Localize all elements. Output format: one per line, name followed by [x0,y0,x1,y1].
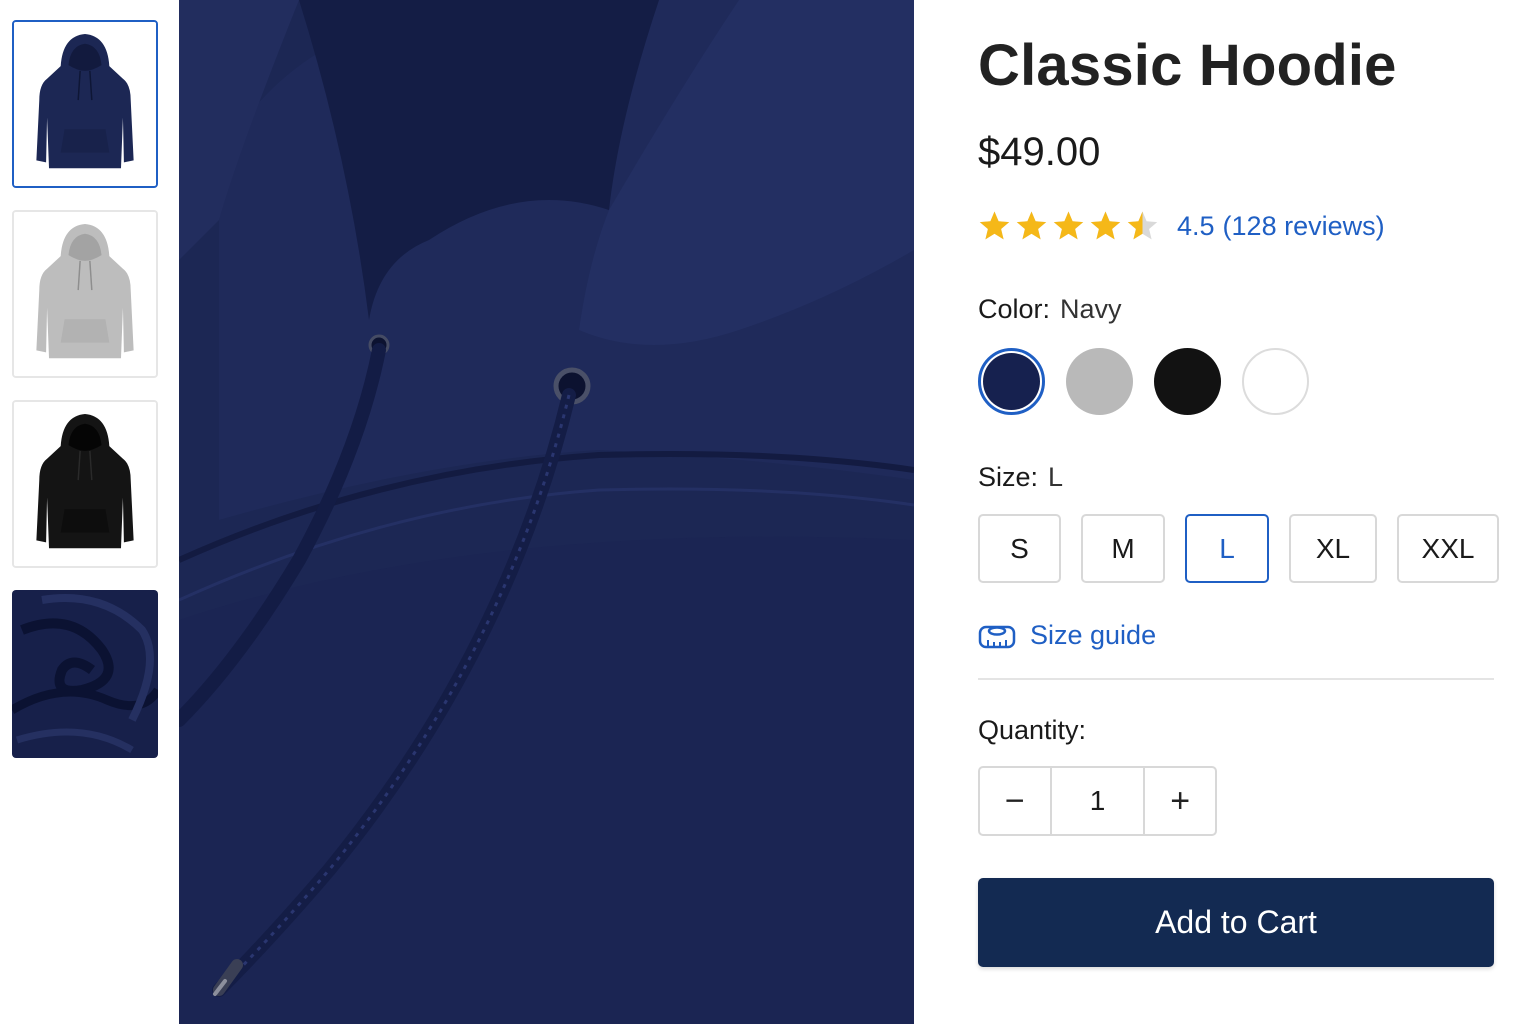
color-label: Color: Navy [978,294,1122,325]
swatch-fill [1154,348,1221,415]
size-option-m[interactable]: M [1081,514,1165,583]
size-label-text: Size: [978,462,1039,492]
divider [978,678,1494,680]
add-to-cart-button[interactable]: Add to Cart [978,878,1494,967]
thumbnail-navy-hoodie[interactable] [12,20,158,188]
quantity-label: Quantity: [978,715,1087,745]
product-rating[interactable]: 4.5 (128 reviews) [978,206,1385,246]
thumbnail-gray-hoodie[interactable] [12,210,158,378]
size-option-xxl[interactable]: XXL [1397,514,1499,583]
hoodie-closeup-image [179,0,914,1024]
thumbnail-black-hoodie[interactable] [12,400,158,568]
rating-stars [978,210,1159,243]
product-price: $49.00 [978,130,1101,174]
quantity-decrease-button[interactable]: − [980,768,1050,834]
main-product-image [179,0,914,1024]
color-swatch-black[interactable] [1154,348,1221,415]
size-option-l[interactable]: L [1185,514,1269,583]
star-full-icon [1090,211,1121,239]
color-label-text: Color: [978,294,1051,324]
size-guide-label: Size guide [1030,620,1157,650]
star-full-icon [979,211,1010,239]
product-title: Classic Hoodie [978,33,1397,98]
rating-review-count: (128 reviews) [1222,210,1385,241]
swatch-fill [983,353,1040,410]
rating-value: 4.5 [1177,210,1215,241]
navy-hoodie-image [14,22,156,186]
star-half-icon [1127,211,1158,239]
rating-summary[interactable]: 4.5 (128 reviews) [1177,211,1385,242]
selected-color: Navy [1060,294,1122,324]
color-swatches [978,348,1330,415]
selected-size: L [1048,462,1064,492]
thumbnail-fabric-closeup[interactable] [12,590,158,758]
quantity-increase-button[interactable]: + [1145,768,1215,834]
size-option-xl[interactable]: XL [1289,514,1377,583]
product-details: Classic Hoodie $49.00 4.5 (128 reviews) C… [978,0,1499,1024]
quantity-input[interactable]: 1 [1049,768,1146,834]
gray-hoodie-image [14,212,156,376]
fabric-closeup-image [12,590,158,758]
black-hoodie-image [14,402,156,566]
measuring-tape-icon [978,625,1016,648]
color-swatch-gray[interactable] [1066,348,1133,415]
size-label: Size: L [978,462,1063,493]
color-swatch-white[interactable] [1242,348,1309,415]
swatch-fill [1066,348,1133,415]
size-guide-link[interactable]: Size guide [978,620,1156,651]
color-swatch-navy[interactable] [978,348,1045,415]
size-option-s[interactable]: S [978,514,1061,583]
star-full-icon [1053,211,1084,239]
quantity-stepper: − 1 + [978,766,1217,836]
star-full-icon [1016,211,1047,239]
size-options: S M L XL XXL [978,514,1499,583]
swatch-fill [1242,348,1309,415]
